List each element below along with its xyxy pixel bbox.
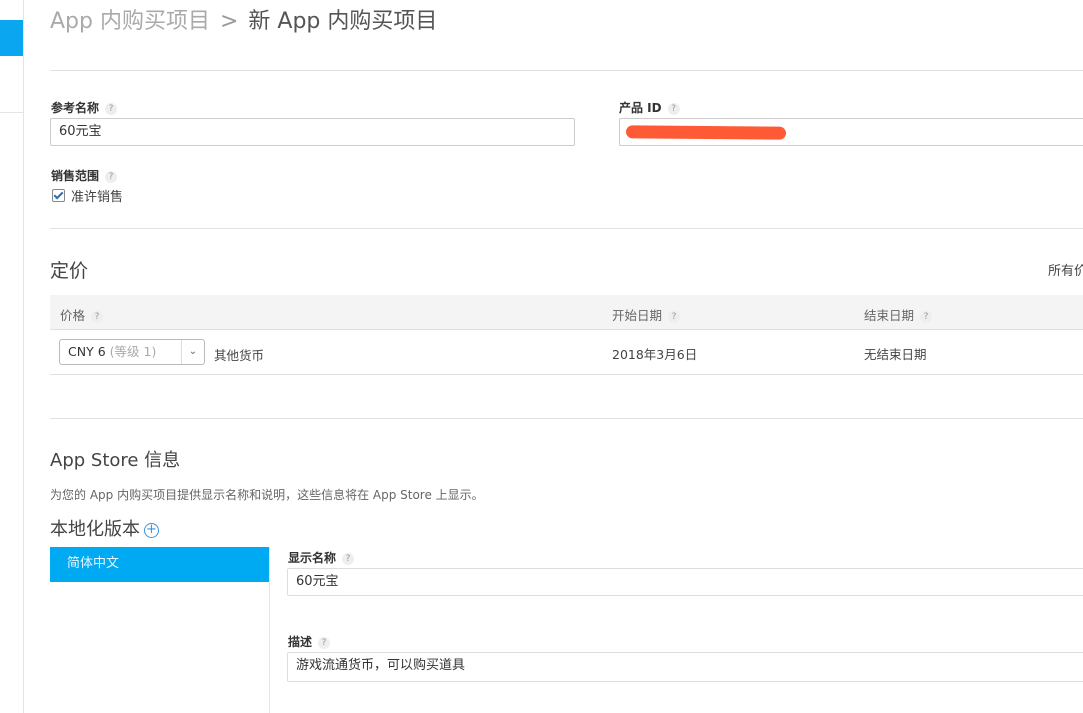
start-date-value: 2018年3月6日	[612, 347, 698, 362]
divider	[50, 70, 1083, 71]
add-circle-icon[interactable]: +	[144, 523, 159, 538]
table-row-border	[50, 374, 1083, 375]
start-date-column-header: 开始日期?	[612, 305, 681, 324]
description-label: 描述?	[288, 633, 331, 650]
description-label-text: 描述	[288, 635, 313, 649]
display-name-label-text: 显示名称	[288, 551, 337, 565]
page-title: 新 App 内购买项目	[248, 9, 438, 34]
help-icon[interactable]: ?	[318, 637, 331, 649]
sale-range-label: 销售范围?	[51, 167, 118, 184]
left-sidebar	[0, 0, 24, 713]
all-prices-link[interactable]: 所有价	[1048, 260, 1083, 279]
description-input[interactable]: 游戏流通货币，可以购买道具	[287, 652, 1083, 682]
help-icon[interactable]: ?	[105, 171, 118, 183]
chevron-down-icon[interactable]: ⌄	[181, 340, 204, 364]
display-name-label: 显示名称?	[288, 549, 355, 566]
help-icon[interactable]: ?	[668, 311, 681, 323]
allow-sale-checkbox[interactable]	[52, 189, 65, 202]
price-value: CNY 6	[68, 344, 106, 359]
localization-title: 本地化版本 +	[50, 515, 159, 541]
help-icon[interactable]: ?	[667, 103, 680, 115]
divider	[50, 228, 1083, 229]
sidebar-divider	[0, 112, 23, 113]
reference-name-label-text: 参考名称	[51, 101, 100, 115]
price-header-text: 价格	[60, 308, 86, 323]
allow-sale-row[interactable]: 准许销售	[52, 186, 123, 205]
help-icon[interactable]: ?	[105, 103, 118, 115]
reference-name-label: 参考名称?	[51, 99, 118, 116]
end-date-value: 无结束日期	[864, 347, 927, 362]
product-id-label-text: 产品 ID	[619, 101, 662, 115]
redaction-mark	[625, 125, 787, 140]
other-currency-link[interactable]: 其他货币	[214, 345, 264, 364]
help-icon[interactable]: ?	[91, 311, 104, 323]
end-date-column-header: 结束日期?	[864, 305, 933, 324]
price-tier-select[interactable]: CNY 6 (等级 1) ⌄	[59, 339, 205, 365]
product-id-label: 产品 ID?	[619, 99, 680, 116]
display-name-input[interactable]: 60元宝	[287, 568, 1083, 596]
price-column-header: 价格?	[60, 305, 104, 324]
breadcrumb-parent[interactable]: App 内购买项目	[50, 9, 210, 34]
price-tier: (等级 1)	[109, 344, 157, 359]
pricing-table-header: 价格? 开始日期? 结束日期?	[50, 295, 1083, 330]
reference-name-input[interactable]: 60元宝	[50, 118, 575, 146]
sale-range-label-text: 销售范围	[51, 169, 100, 183]
allow-sale-label: 准许销售	[71, 190, 124, 205]
end-date-header-text: 结束日期	[864, 308, 915, 323]
help-icon[interactable]: ?	[342, 553, 355, 565]
localization-item-zh-hans[interactable]: 简体中文	[50, 547, 269, 582]
divider	[50, 418, 1083, 419]
appstore-description: 为您的 App 内购买项目提供显示名称和说明，这些信息将在 App Store …	[50, 488, 484, 502]
localization-title-text: 本地化版本	[50, 519, 140, 540]
breadcrumb: App 内购买项目 > 新 App 内购买项目	[50, 3, 437, 35]
sidebar-active-item[interactable]	[0, 20, 23, 56]
breadcrumb-separator: >	[219, 9, 239, 34]
pricing-title: 定价	[50, 260, 89, 282]
start-date-header-text: 开始日期	[612, 308, 663, 323]
appstore-title: App Store 信息	[50, 450, 181, 471]
localization-divider	[269, 547, 270, 713]
help-icon[interactable]: ?	[920, 311, 933, 323]
